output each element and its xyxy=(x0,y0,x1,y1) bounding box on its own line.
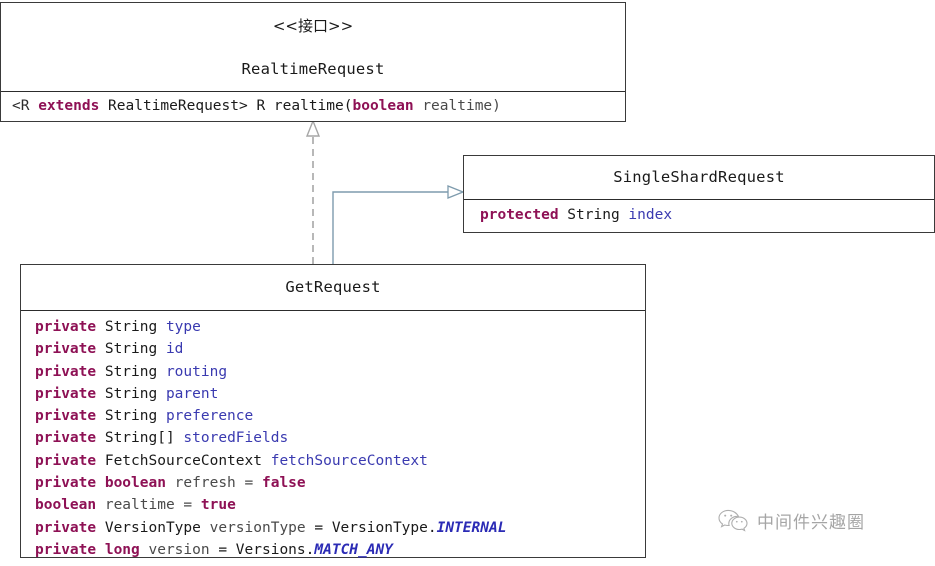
member-line: private String[] storedFields xyxy=(35,427,645,449)
method-compartment-realtimerequest: <R extends RealtimeRequest> R realtime(b… xyxy=(1,92,625,119)
token-typ: String[] xyxy=(96,430,184,447)
token-fld: storedFields xyxy=(183,430,289,447)
member-line: private String id xyxy=(35,338,645,360)
token-typ: = VersionType. xyxy=(305,519,437,536)
token-typ: RealtimeRequest> R realtime( xyxy=(99,98,353,114)
class-box-singleshardrequest[interactable]: SingleShardRequest protected String inde… xyxy=(463,155,935,233)
class-box-getrequest[interactable]: GetRequest private String type private St… xyxy=(20,264,646,558)
token-fld: index xyxy=(628,207,673,223)
member-line: private String type xyxy=(35,316,645,338)
token-fld: preference xyxy=(165,408,254,425)
member-line: private long version = Versions.MATCH_AN… xyxy=(35,539,645,561)
member-line: private FetchSourceContext fetchSourceCo… xyxy=(35,450,645,472)
token-typ: String xyxy=(96,385,166,402)
token-stat: INTERNAL xyxy=(436,519,507,536)
class-name-realtimerequest: RealtimeRequest xyxy=(241,59,385,78)
token-typ xyxy=(96,475,105,491)
token-kw: private xyxy=(35,475,97,492)
token-typ: = Versions. xyxy=(209,541,315,558)
token-plain: refresh = xyxy=(165,475,262,492)
token-typ: FetchSourceContext xyxy=(96,452,271,469)
token-typ: String xyxy=(96,363,166,380)
class-stereotype: <<接口>> xyxy=(272,16,354,35)
token-kw: private xyxy=(35,341,97,358)
token-kw: true xyxy=(200,497,236,514)
member-line: private String preference xyxy=(35,405,645,427)
member-line: boolean realtime = true xyxy=(35,494,645,516)
token-typ: String xyxy=(558,207,629,223)
token-kw: boolean xyxy=(352,98,414,114)
token-fld: parent xyxy=(165,385,219,402)
token-plain: versionType xyxy=(209,519,306,536)
wechat-icon xyxy=(718,509,748,532)
class-header-getrequest: GetRequest xyxy=(21,265,645,310)
token-stat: MATCH_ANY xyxy=(314,541,393,558)
generalization-connector-getrequest-to-singleshardrequest xyxy=(332,185,465,265)
token-kw: private xyxy=(35,385,97,402)
member-line: private boolean refresh = false xyxy=(35,472,645,494)
token-kw: private xyxy=(35,430,97,447)
class-header-realtimerequest: <<接口>> RealtimeRequest xyxy=(1,3,625,91)
token-kw: boolean xyxy=(104,475,166,492)
field-compartment-singleshardrequest: protected String index xyxy=(464,200,934,228)
member-line: private VersionType versionType = Versio… xyxy=(35,517,645,539)
token-kw: private xyxy=(35,408,97,425)
token-typ xyxy=(96,542,105,558)
token-typ: String xyxy=(96,341,166,358)
token-plain: realtime = xyxy=(96,497,201,514)
token-typ: String xyxy=(96,319,166,335)
token-kw: long xyxy=(104,541,140,558)
token-kw: private xyxy=(35,541,97,558)
token-fld: routing xyxy=(165,363,228,380)
class-header-singleshardrequest: SingleShardRequest xyxy=(464,156,934,199)
token-punct: <R xyxy=(12,98,39,114)
token-kw: private xyxy=(35,452,97,469)
class-name-singleshardrequest: SingleShardRequest xyxy=(613,167,785,186)
member-line: <R extends RealtimeRequest> R realtime(b… xyxy=(12,95,625,117)
realization-connector-getrequest-to-realtimerequest xyxy=(305,119,321,264)
token-fld: fetchSourceContext xyxy=(270,452,428,469)
class-name-getrequest: GetRequest xyxy=(285,277,381,296)
field-compartment-getrequest: private String type private String id priv… xyxy=(21,311,645,563)
class-box-realtimerequest[interactable]: <<接口>> RealtimeRequest <R extends Realti… xyxy=(0,2,626,122)
uml-class-diagram: <<接口>> RealtimeRequest <R extends Realti… xyxy=(0,0,935,566)
token-kw: false xyxy=(261,475,306,492)
token-kw: private xyxy=(35,363,97,380)
member-line: private String parent xyxy=(35,383,645,405)
token-kw: private xyxy=(35,519,97,536)
token-kw: extends xyxy=(38,98,100,114)
token-plain: realtime) xyxy=(413,98,501,114)
watermark: 中间件兴趣圈 xyxy=(718,508,865,533)
token-fld: id xyxy=(165,341,184,358)
token-typ: String xyxy=(96,408,166,425)
token-kw: boolean xyxy=(35,497,97,514)
token-kw: protected xyxy=(480,207,559,223)
member-line: protected String index xyxy=(480,204,934,226)
token-typ: VersionType xyxy=(96,519,210,536)
watermark-text: 中间件兴趣圈 xyxy=(757,513,865,533)
token-kw: private xyxy=(35,319,97,335)
token-fld: type xyxy=(165,319,201,335)
member-line: private String routing xyxy=(35,361,645,383)
token-plain: version xyxy=(139,541,210,558)
